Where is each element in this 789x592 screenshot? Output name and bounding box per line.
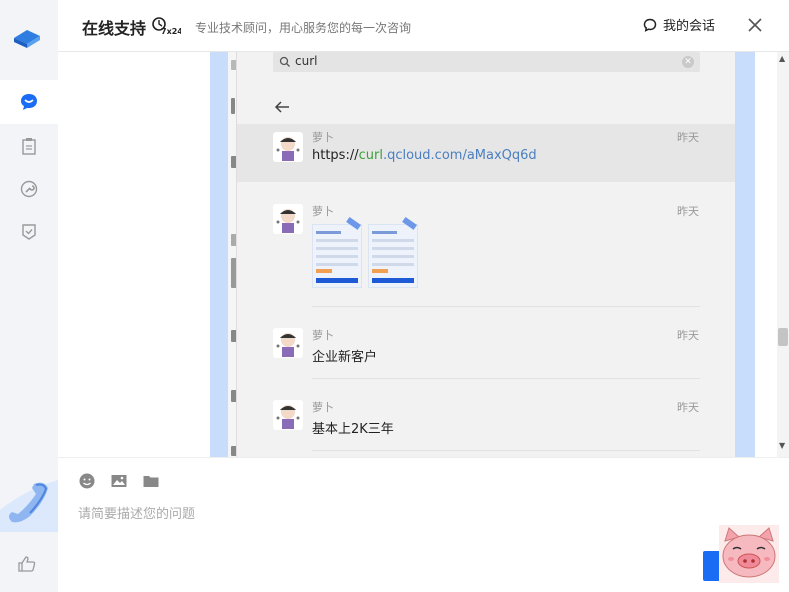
divider: [312, 450, 700, 451]
back-arrow-icon[interactable]: [273, 98, 291, 116]
clear-icon[interactable]: ✕: [682, 56, 694, 68]
link-prefix: https://: [312, 148, 359, 163]
avatar: [273, 204, 303, 234]
scroll-down-icon[interactable]: ▼: [779, 441, 785, 450]
nav-tickets[interactable]: [0, 124, 58, 168]
message-time: 昨天: [677, 329, 699, 342]
list-item[interactable]: 萝卜 昨天: [237, 198, 735, 308]
message-link[interactable]: https://curl.qcloud.com/aMaxQq6d: [312, 148, 537, 163]
left-rail: [0, 0, 58, 592]
nav-chat[interactable]: [0, 80, 58, 124]
message-time: 昨天: [677, 205, 699, 218]
avatar: [273, 400, 303, 430]
shield-icon: [22, 224, 36, 240]
my-sessions-label: 我的会话: [663, 19, 716, 34]
chat-area: curl ✕ 萝卜 昨天 https://curl.qcloud.com/aMa…: [58, 52, 777, 457]
attachment-thumbnail[interactable]: [368, 216, 418, 288]
folder-icon[interactable]: [142, 472, 160, 490]
chat-scrollbar[interactable]: ▲ ▼: [777, 52, 789, 457]
search-query: curl: [295, 54, 318, 68]
sender-name: 萝卜: [312, 205, 334, 218]
24h-service-icon: 7x24: [152, 17, 181, 36]
chat-bubble-icon: [643, 18, 657, 32]
pig-mascot-icon: [719, 525, 779, 583]
sender-name: 萝卜: [312, 131, 334, 144]
composer-toolbar: [78, 472, 160, 490]
list-item[interactable]: 萝卜 昨天 https://curl.qcloud.com/aMaxQq6d: [237, 124, 735, 182]
scroll-up-icon[interactable]: ▲: [779, 54, 785, 63]
page-title: 在线支持: [82, 19, 147, 38]
attachment-thumbnail[interactable]: [312, 216, 362, 288]
close-icon[interactable]: [744, 14, 766, 36]
message-text: 企业新客户: [312, 350, 378, 365]
message-time: 昨天: [677, 131, 699, 144]
search-input[interactable]: curl ✕: [273, 52, 700, 72]
emoji-icon[interactable]: [78, 472, 96, 490]
chat-icon: [21, 94, 37, 110]
my-sessions-button[interactable]: 我的会话: [643, 15, 715, 34]
message-text: 基本上2K三年: [312, 422, 394, 437]
nav-tools[interactable]: [0, 167, 58, 211]
list-item[interactable]: 萝卜 昨天 企业新客户: [237, 322, 735, 380]
link-suffix: .qcloud.com/aMaxQq6d: [382, 148, 537, 163]
sender-name: 萝卜: [312, 401, 334, 414]
image-attachments[interactable]: [312, 216, 418, 288]
phone-illustration-icon: [0, 480, 58, 532]
message-composer: 请简要描述您的问题: [58, 457, 789, 592]
clipboard-icon: [22, 138, 36, 155]
search-icon: [279, 56, 290, 67]
message-time: 昨天: [677, 401, 699, 414]
cloud-logo-icon: [14, 30, 40, 48]
header-subtitle: 专业技术顾问，用心服务您的每一次咨询: [195, 21, 412, 35]
avatar: [273, 328, 303, 358]
wrench-icon: [20, 180, 38, 198]
sender-name: 萝卜: [312, 329, 334, 342]
message-input[interactable]: 请简要描述您的问题: [78, 503, 195, 522]
search-results-panel: curl ✕ 萝卜 昨天 https://curl.qcloud.com/aMa…: [237, 52, 735, 457]
divider: [312, 306, 700, 307]
nav-security[interactable]: [0, 210, 58, 254]
thumbs-up-icon[interactable]: [17, 554, 37, 574]
image-icon[interactable]: [110, 472, 128, 490]
list-item[interactable]: 萝卜 昨天 基本上2K三年: [237, 394, 735, 454]
avatar: [273, 132, 303, 162]
divider: [312, 378, 700, 379]
badge-label: 7x24: [161, 27, 181, 36]
scrollbar-thumb[interactable]: [778, 328, 788, 346]
link-highlight: curl: [358, 148, 383, 163]
header: 在线支持 7x24 专业技术顾问，用心服务您的每一次咨询 我的会话: [58, 0, 789, 52]
